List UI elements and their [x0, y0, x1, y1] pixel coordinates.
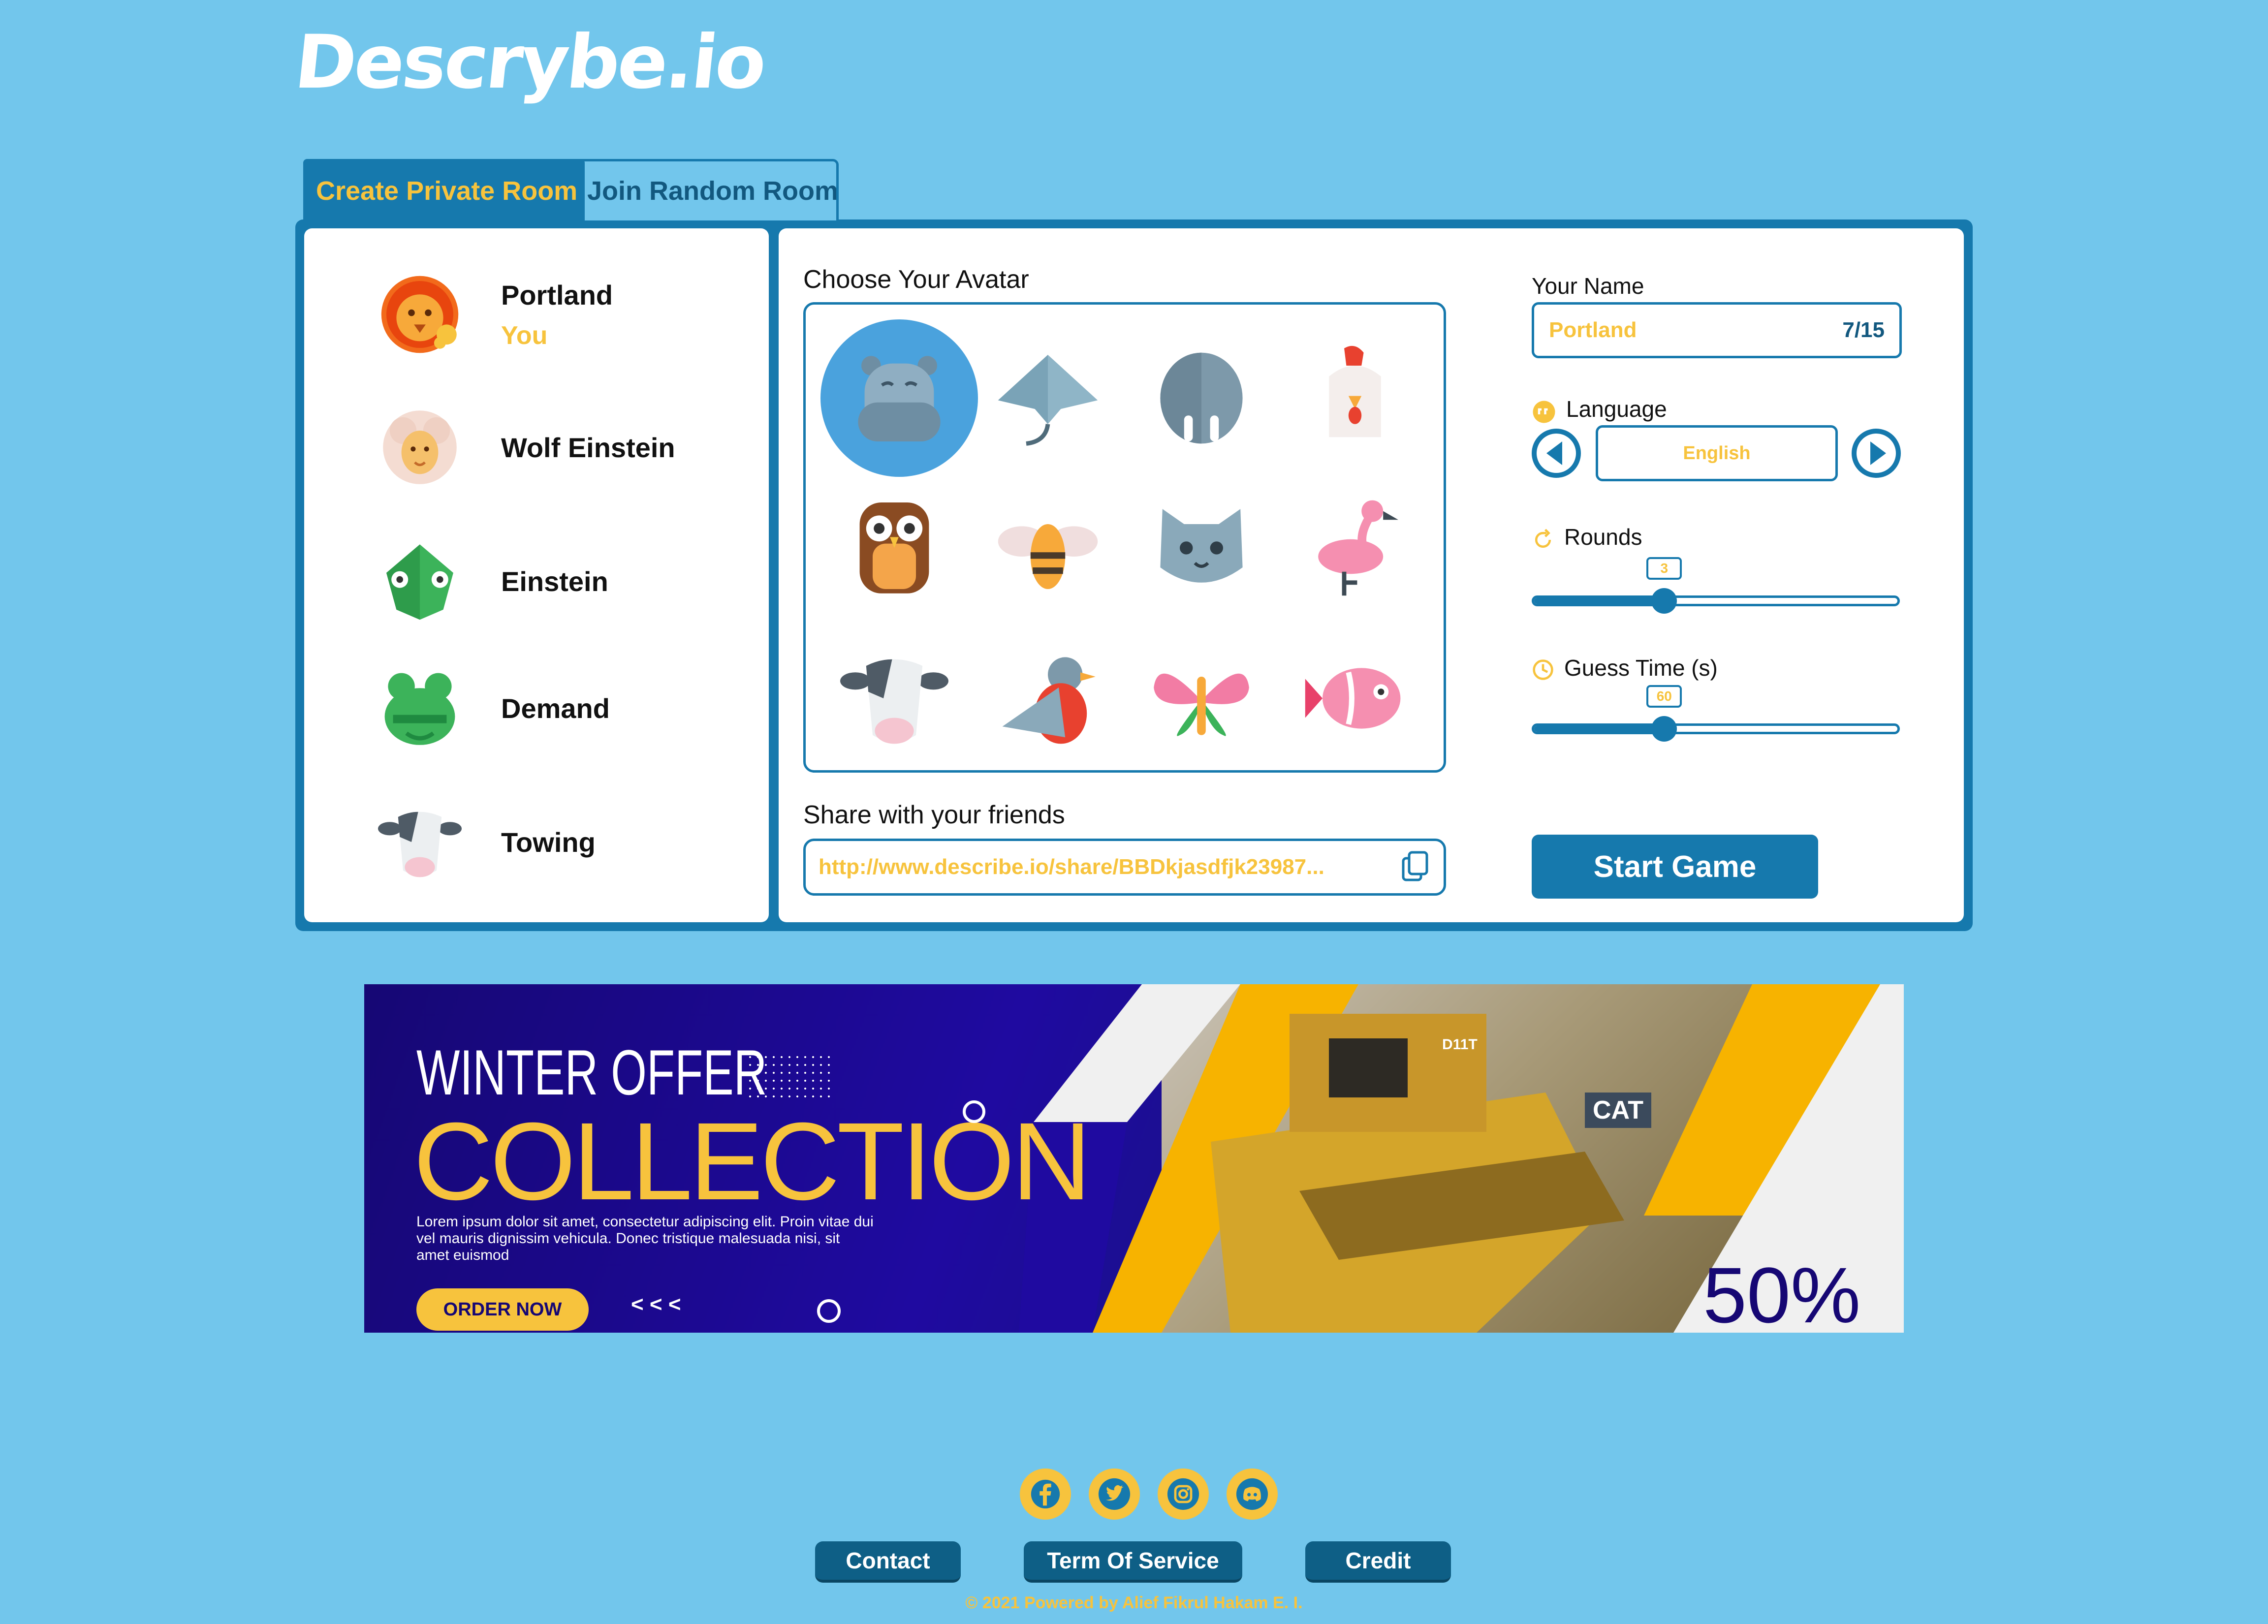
name-char-count: 7/15 [1842, 318, 1885, 342]
lion-icon [381, 276, 459, 353]
guess-time-label: Guess Time (s) [1564, 655, 1718, 681]
facebook-icon [1031, 1479, 1060, 1509]
avatar-option[interactable] [1281, 472, 1429, 620]
ad-arrows: < < < [631, 1292, 681, 1316]
ad-ring-decoration [963, 1100, 985, 1123]
avatar-option[interactable] [974, 625, 1122, 772]
ad-banner[interactable]: WINTER OFFER COLLECTION Lorem ipsum dolo… [364, 984, 1904, 1333]
avatar-option[interactable] [1128, 324, 1275, 472]
player-name: Einstein [501, 565, 608, 597]
name-label: Your Name [1532, 273, 1644, 299]
model-badge: D11T [1442, 1036, 1478, 1053]
room-settings: Choose Your Avatar Share with your frien… [779, 228, 1964, 922]
tab-label: Create Private Room [316, 176, 578, 206]
cow-icon [378, 812, 462, 877]
player-item: Demand [378, 666, 610, 750]
stingray-icon [998, 355, 1098, 446]
avatar-option[interactable] [974, 324, 1122, 472]
copy-icon[interactable] [1401, 850, 1431, 884]
instagram-icon [1167, 1478, 1199, 1510]
rounds-slider-thumb[interactable] [1651, 588, 1677, 614]
refresh-icon [1535, 529, 1551, 548]
chicken-icon [1329, 345, 1381, 437]
name-value: Portland [1549, 318, 1637, 342]
clock-icon [1533, 659, 1553, 680]
name-input[interactable]: Portland 7/15 [1532, 302, 1902, 358]
walrus-icon [1160, 352, 1243, 444]
footer-link-contact[interactable]: Contact [815, 1541, 961, 1583]
owl-icon [859, 502, 929, 593]
cat-brand-badge: CAT [1585, 1093, 1652, 1128]
avatar-option-selected[interactable] [820, 319, 978, 477]
language-label: Language [1566, 396, 1667, 422]
share-link-field[interactable]: http://www.describe.io/share/BBDkjasdfjk… [803, 839, 1446, 896]
ad-dot-grid [746, 1053, 830, 1097]
cat-icon [1160, 509, 1243, 583]
guess-time-slider[interactable] [1532, 723, 1900, 734]
butterfly-icon [1154, 673, 1249, 736]
instagram-link[interactable] [1158, 1468, 1209, 1520]
tab-label: Join Random Room [587, 176, 838, 206]
language-prev-button[interactable] [1532, 429, 1581, 478]
ad-ring-decoration [817, 1299, 841, 1323]
tab-create-private-room[interactable]: Create Private Room [303, 159, 585, 223]
flamingo-icon [1318, 500, 1398, 596]
guess-time-value-tooltip: 60 [1646, 685, 1682, 708]
sheep-icon [383, 410, 457, 484]
share-label: Share with your friends [803, 801, 1065, 829]
fish-icon [1305, 668, 1401, 729]
cow-icon [840, 659, 948, 744]
discord-icon [1236, 1478, 1268, 1510]
ad-discount: 50% [1703, 1251, 1861, 1333]
language-select[interactable]: English [1596, 425, 1838, 481]
player-name: Wolf Einstein [501, 432, 675, 463]
tab-join-random-room[interactable]: Join Random Room [581, 159, 839, 223]
rounds-value-tooltip: 3 [1646, 557, 1682, 580]
player-item: Wolf Einstein [378, 406, 675, 489]
player-name: Demand [501, 692, 610, 724]
avatar-picker [803, 302, 1446, 773]
avatar-option[interactable] [820, 472, 968, 620]
hippo-icon [858, 356, 941, 441]
pigeon-icon [1002, 657, 1096, 744]
player-item: Portland You [378, 273, 613, 356]
avatar-option[interactable] [974, 472, 1122, 620]
player-item: Towing [378, 800, 596, 884]
ad-title: COLLECTION [413, 1100, 1091, 1223]
footer-link-terms[interactable]: Term Of Service [1024, 1541, 1242, 1583]
avatar-option[interactable] [1128, 625, 1275, 772]
ad-body-text: Lorem ipsum dolor sit amet, consectetur … [416, 1214, 874, 1263]
avatar-option[interactable] [820, 625, 968, 772]
player-item: Einstein [378, 539, 608, 623]
rounds-slider[interactable] [1532, 595, 1900, 606]
chevron-right-icon [1857, 434, 1896, 473]
chevron-left-icon [1537, 434, 1576, 473]
frog-icon [384, 673, 455, 745]
start-game-button[interactable]: Start Game [1532, 835, 1818, 899]
player-name: Towing [501, 826, 596, 858]
facebook-link[interactable] [1020, 1468, 1071, 1520]
player-list: Portland You Wolf Einstein Einstein Dema… [304, 228, 769, 922]
avatar-option[interactable] [1281, 625, 1429, 772]
bee-icon [998, 524, 1098, 589]
twitter-icon [1098, 1478, 1131, 1510]
twitter-link[interactable] [1089, 1468, 1140, 1520]
language-next-button[interactable] [1852, 429, 1901, 478]
footer-link-credit[interactable]: Credit [1305, 1541, 1451, 1583]
chameleon-icon [386, 544, 453, 620]
avatar-picker-label: Choose Your Avatar [803, 265, 1029, 294]
discord-link[interactable] [1227, 1468, 1278, 1520]
rounds-label: Rounds [1564, 524, 1642, 550]
player-name: Portland [501, 279, 613, 311]
player-you-badge: You [501, 321, 548, 350]
speech-bubble-icon [1533, 401, 1555, 423]
avatar-option[interactable] [1128, 472, 1275, 620]
avatar-option[interactable] [1281, 324, 1429, 472]
room-panel: Portland You Wolf Einstein Einstein Dema… [295, 219, 1973, 931]
order-now-button[interactable]: ORDER NOW [416, 1288, 589, 1331]
guess-time-slider-thumb[interactable] [1651, 716, 1677, 742]
share-url: http://www.describe.io/share/BBDkjasdfjk… [819, 855, 1324, 879]
copyright-text: © 2021 Powered by Alief Fikrul Hakam E. … [965, 1593, 1303, 1612]
app-logo: Descrybe.io [290, 20, 769, 105]
